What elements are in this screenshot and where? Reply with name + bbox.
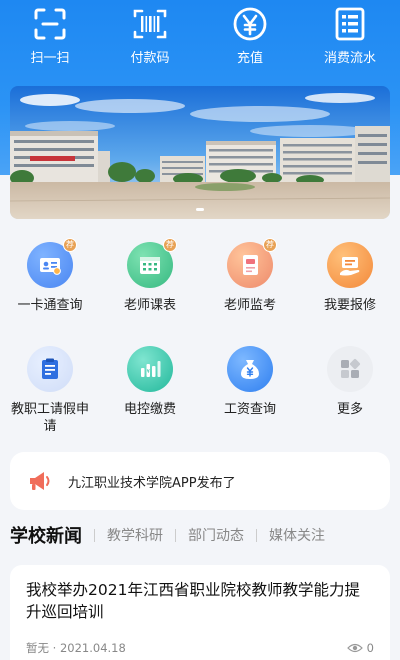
timetable-icon-circle: 荐 xyxy=(127,238,177,288)
electricity-payment-label: 电控缴费 xyxy=(123,402,176,417)
card-query-label: 一卡通查询 xyxy=(17,298,83,313)
transactions-button[interactable]: 消费流水 xyxy=(300,0,400,66)
quick-actions-bar: 扫一扫 付款码 充值 消费流水 xyxy=(0,0,400,80)
repair-app[interactable]: 我要报修 xyxy=(300,242,400,346)
yuan-recharge-icon xyxy=(233,7,267,41)
electricity-payment-app[interactable]: ¥ 电控缴费 xyxy=(100,346,200,450)
leave-request-label: 教职工请假申请 xyxy=(10,402,89,434)
leave-request-app[interactable]: 教职工请假申请 xyxy=(0,346,100,450)
news-meta: 暂无 · 2021.04.18 0 xyxy=(26,640,374,656)
recharge-label: 充值 xyxy=(236,51,263,66)
payment-code-icon xyxy=(133,9,167,39)
more-icon-circle xyxy=(327,346,373,392)
announcement-bar[interactable]: 九江职业技术学院APP发布了 xyxy=(10,452,390,510)
payment-code-label: 付款码 xyxy=(130,51,170,66)
announcement-text: 九江职业技术学院APP发布了 xyxy=(68,475,236,491)
campus-banner[interactable] xyxy=(10,86,390,219)
news-source: 暂无 xyxy=(26,641,49,655)
teacher-timetable-label: 老师课表 xyxy=(123,298,176,313)
repair-icon-circle xyxy=(327,242,373,288)
tab-divider xyxy=(94,528,95,542)
banner-pagination xyxy=(10,208,390,211)
payment-code-button[interactable]: 付款码 xyxy=(100,0,200,66)
tab-divider xyxy=(175,528,176,542)
recommend-badge: 荐 xyxy=(63,238,77,252)
scan-button[interactable]: 扫一扫 xyxy=(0,0,100,66)
scan-label: 扫一扫 xyxy=(30,51,70,66)
repair-icon xyxy=(340,257,360,276)
salary-query-label: 工资查询 xyxy=(223,402,276,417)
teacher-invigilation-app[interactable]: 荐 老师监考 xyxy=(200,238,300,346)
news-view-count: 0 xyxy=(366,641,374,655)
card-query-app[interactable]: 荐 一卡通查询 xyxy=(0,238,100,346)
leave-request-icon xyxy=(42,358,58,379)
meta-separator: · xyxy=(49,641,60,655)
news-item[interactable]: 我校举办2021年江西省职业院校教师教学能力提升巡回培训 暂无 · 2021.0… xyxy=(10,565,390,660)
salary-icon-circle xyxy=(227,346,273,392)
salary-query-app[interactable]: 工资查询 xyxy=(200,346,300,450)
tab-school-news[interactable]: 学校新闻 xyxy=(10,522,82,548)
electricity-icon-circle: ¥ xyxy=(127,346,173,392)
recharge-button[interactable]: 充值 xyxy=(200,0,300,66)
tab-department-news[interactable]: 部门动态 xyxy=(188,525,244,545)
more-apps-button[interactable]: 更多 xyxy=(300,346,400,450)
recommend-badge: 荐 xyxy=(163,238,177,252)
transactions-label: 消费流水 xyxy=(323,51,376,66)
scan-icon xyxy=(34,8,66,40)
recommend-badge: 荐 xyxy=(263,238,277,252)
app-grid: 荐 一卡通查询 荐 老师课表 荐 老师监考 我要报修 教职工请假申请 ¥ 电控缴… xyxy=(0,238,400,450)
exam-invigilation-icon xyxy=(243,255,258,275)
megaphone-icon xyxy=(30,472,50,490)
timetable-icon xyxy=(140,257,160,274)
more-apps-icon xyxy=(341,358,361,378)
leave-request-icon-circle xyxy=(27,346,73,392)
campus-photo xyxy=(10,86,390,219)
news-tabs: 学校新闻 教学科研 部门动态 媒体关注 xyxy=(0,518,400,552)
repair-label: 我要报修 xyxy=(323,298,376,313)
tab-media-coverage[interactable]: 媒体关注 xyxy=(269,525,325,545)
tab-teaching-research[interactable]: 教学科研 xyxy=(107,525,163,545)
more-apps-label: 更多 xyxy=(336,402,363,417)
salary-query-icon xyxy=(241,360,259,379)
invigilation-icon-circle: 荐 xyxy=(227,238,277,288)
teacher-invigilation-label: 老师监考 xyxy=(223,298,276,313)
card-query-icon-circle: 荐 xyxy=(27,238,77,288)
svg-text:¥: ¥ xyxy=(147,369,150,375)
teacher-timetable-app[interactable]: 荐 老师课表 xyxy=(100,238,200,346)
app-grid-row-1: 荐 一卡通查询 荐 老师课表 荐 老师监考 我要报修 xyxy=(0,238,400,346)
app-grid-row-2: 教职工请假申请 ¥ 电控缴费 工资查询 更多 xyxy=(0,346,400,450)
electricity-payment-icon: ¥ xyxy=(141,361,161,377)
tab-divider xyxy=(256,528,257,542)
news-date: 2021.04.18 xyxy=(59,641,126,655)
news-title: 我校举办2021年江西省职业院校教师教学能力提升巡回培训 xyxy=(26,581,360,621)
id-card-icon xyxy=(40,258,61,275)
news-views: 0 xyxy=(346,641,374,655)
banner-dot-active[interactable] xyxy=(196,208,204,211)
eye-icon xyxy=(346,643,363,653)
transactions-list-icon xyxy=(335,7,365,41)
